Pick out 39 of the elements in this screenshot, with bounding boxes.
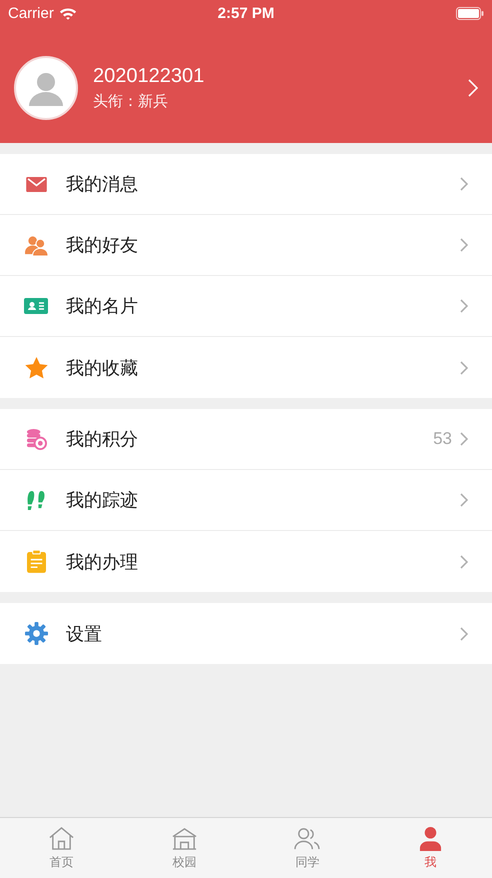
tab-item[interactable]: 我 [369,818,492,878]
menu-row[interactable]: 我的收藏 [0,337,492,398]
avatar-icon [14,56,78,120]
chevron-icon [468,79,478,97]
chevron-icon [460,493,468,507]
menu-row[interactable]: 我的踪迹 [0,470,492,531]
status-time: 2:57 PM [218,4,274,22]
footprints-icon [26,490,46,510]
building-icon [171,826,198,850]
menu-row[interactable]: 我的办理 [0,531,492,592]
coins-icon [26,428,46,450]
chevron-icon [460,238,468,252]
clipboard-icon [26,550,46,573]
chevron-icon [460,299,468,313]
chevron-icon [460,432,468,446]
profile-header[interactable]: 2020122301 头衔：新兵 [0,56,492,120]
wifi-icon [58,6,77,20]
carrier-name: Carrier [8,4,54,22]
menu-row[interactable]: 我的消息 [0,154,492,215]
chevron-icon [460,554,468,568]
people-icon [24,234,48,256]
points-count: 53 [433,429,452,449]
user-rank: 头衔：新兵 [93,92,169,111]
menu-row[interactable]: 设置 [0,603,492,664]
chevron-icon [460,360,468,374]
chevron-icon [460,626,468,640]
people-icon [294,826,321,850]
person-icon [419,826,442,850]
star-icon [24,356,48,378]
menu-row[interactable]: 我的名片 [0,276,492,337]
menu-row[interactable]: 我的积分 53 [0,409,492,470]
id-card-icon [24,298,48,314]
battery-icon [456,6,484,20]
menu-row[interactable]: 我的好友 [0,215,492,276]
home-icon [48,826,75,850]
envelope-icon [26,176,46,192]
settings-icon [24,622,48,645]
user-id: 2020122301 [93,65,206,88]
chevron-icon [460,177,468,191]
